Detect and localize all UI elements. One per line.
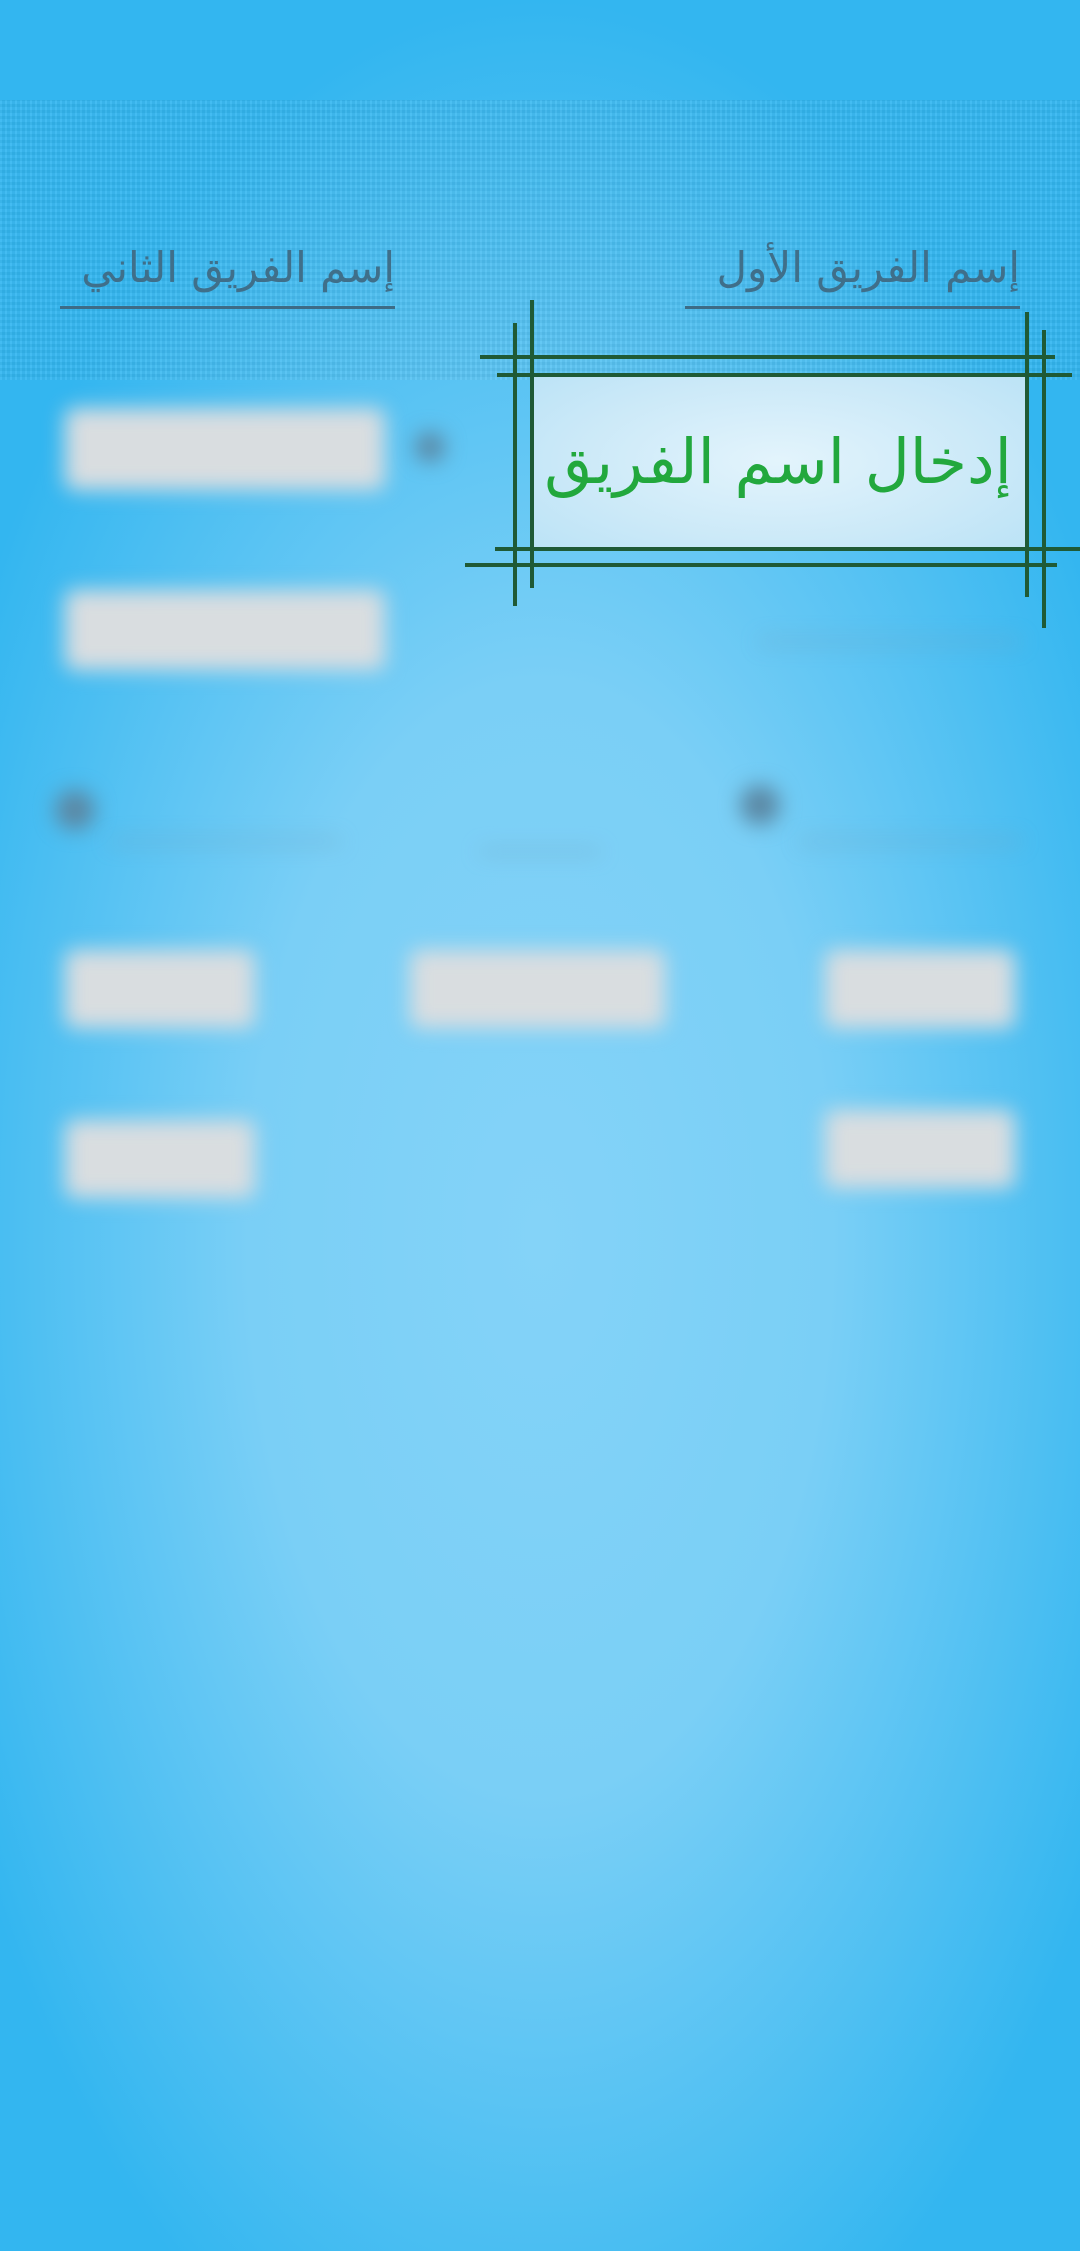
first-team-name-input[interactable]: إسم الفريق الأول	[685, 230, 1020, 309]
blurred-marker-1	[415, 432, 445, 462]
frame-left-outer	[513, 323, 517, 606]
frame-top-inner	[497, 373, 1072, 377]
blurred-input-left-1	[65, 408, 385, 490]
frame-bottom-outer	[465, 563, 1057, 567]
frame-right-outer	[1042, 330, 1046, 628]
frame-left-inner	[530, 300, 534, 588]
team-name-tooltip: إدخال اسم الفريق	[530, 375, 1026, 547]
blurred-line-left	[110, 840, 340, 843]
blurred-line-center	[480, 850, 600, 853]
blurred-radio-left	[55, 790, 95, 830]
frame-bottom-inner	[495, 547, 1080, 551]
second-team-name-input[interactable]: إسم الفريق الثاني	[60, 230, 395, 309]
blurred-button-left-1	[65, 950, 255, 1028]
frame-right-inner	[1025, 312, 1029, 597]
blurred-button-center	[410, 950, 665, 1028]
blurred-line-right	[800, 840, 1020, 843]
blurred-button-right-1	[825, 950, 1015, 1028]
blurred-radio-right	[740, 785, 780, 825]
blurred-button-right-2	[825, 1110, 1015, 1188]
blurred-button-left-2	[65, 1120, 255, 1198]
blurred-input-left-2	[65, 590, 385, 670]
blurred-line-right-2	[760, 640, 1020, 643]
frame-top-outer	[480, 355, 1055, 359]
tooltip-label: إدخال اسم الفريق	[544, 424, 1012, 498]
